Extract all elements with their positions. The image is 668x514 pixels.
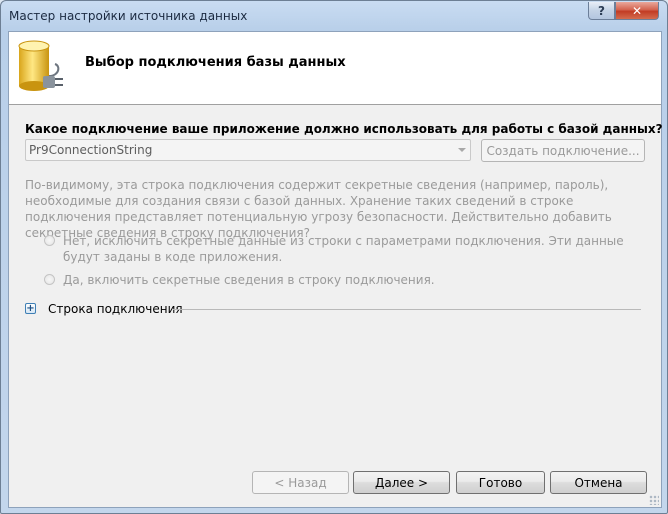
connection-string-expander[interactable]: + Строка подключения (25, 302, 641, 318)
cancel-button[interactable]: Отмена (550, 471, 647, 494)
divider (173, 309, 641, 310)
wizard-header: Выбор подключения базы данных (9, 32, 661, 105)
radio-include-label: Да, включить секретные сведения в строку… (63, 273, 435, 287)
sensitive-data-warning: По-видимому, эта строка подключения соде… (25, 178, 612, 240)
wizard-client-area: Выбор подключения базы данных Какое подк… (8, 31, 663, 508)
create-connection-button[interactable]: Создать подключение... (481, 139, 645, 162)
database-connection-icon (18, 40, 63, 91)
next-button[interactable]: Далее > (353, 471, 450, 494)
chevron-down-icon[interactable] (458, 148, 466, 152)
radio-button[interactable] (44, 235, 55, 246)
radio-exclude-label: Нет, исключить секретные данные из строк… (63, 234, 624, 264)
finish-button[interactable]: Готово (456, 471, 545, 494)
window-title: Мастер настройки источника данных (9, 9, 248, 23)
connection-combobox-value: Pr9ConnectionString (29, 143, 153, 157)
connection-question-label: Какое подключение ваше приложение должно… (25, 122, 663, 136)
expand-plus-icon[interactable]: + (25, 303, 36, 314)
title-bar[interactable]: Мастер настройки источника данных ? ✕ (1, 1, 667, 31)
help-button[interactable]: ? (588, 2, 615, 20)
close-button[interactable]: ✕ (615, 2, 659, 20)
connection-combobox[interactable]: Pr9ConnectionString (25, 139, 471, 161)
radio-button[interactable] (44, 274, 55, 285)
wizard-window: Мастер настройки источника данных ? ✕ Вы… (0, 0, 668, 514)
expander-label: Строка подключения (48, 302, 183, 316)
back-button[interactable]: < Назад (252, 471, 349, 494)
resize-grip-icon[interactable] (649, 495, 659, 505)
page-title: Выбор подключения базы данных (85, 55, 346, 70)
